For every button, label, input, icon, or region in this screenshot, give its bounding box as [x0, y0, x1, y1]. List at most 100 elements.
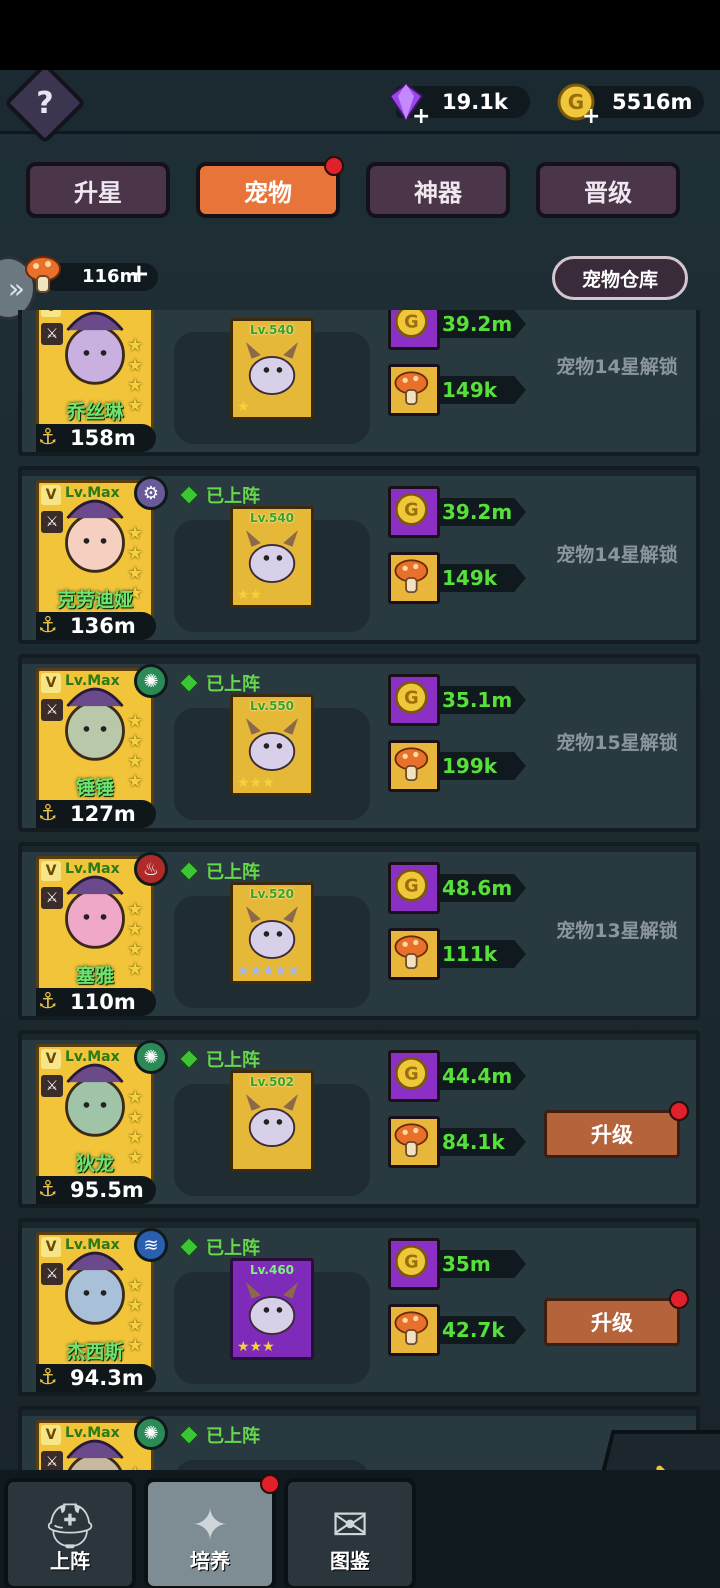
wind-icon: ✺ — [134, 1040, 168, 1074]
gold-cost-value: 35m — [428, 1250, 526, 1278]
gold-cost: 39.2m G — [388, 486, 526, 538]
gold-coin-icon: G — [388, 310, 440, 350]
deployed-status: 已上阵 — [179, 1422, 260, 1448]
level-max-label: Lv.Max — [65, 485, 120, 501]
diamond-icon — [179, 673, 199, 693]
mushroom-cost-value: 149k — [428, 376, 526, 404]
hero-row: V Lv.Max ⚔ ★ ★ ★ ★ 杰西斯 ⚓ 94.3m ≋ 已上阵 Lv.460 ★★★ 35m G 42… — [18, 1218, 700, 1396]
diamond-icon — [179, 1425, 199, 1445]
level-max-label: Lv.Max — [65, 673, 120, 689]
level-max-label: Lv.Max — [65, 1425, 120, 1441]
class-icon: ⚔ — [41, 1075, 63, 1097]
deployed-status: 已上阵 — [179, 1234, 260, 1260]
anchor-icon: ⚓ — [38, 1365, 58, 1390]
mushroom-cost: 111k — [388, 928, 526, 980]
pet-stars: ★★ — [237, 587, 263, 603]
mushroom-cost-value: 111k — [428, 940, 526, 968]
pet-card[interactable]: Lv.550 ★★★ — [230, 694, 314, 796]
vip-badge: V — [41, 485, 61, 505]
add-mushroom-icon: + — [128, 259, 150, 289]
gold-counter[interactable]: G + 5516m — [557, 83, 704, 129]
diamond-icon — [179, 1237, 199, 1257]
pet-card[interactable]: Lv.460 ★★★ — [230, 1258, 314, 1360]
wind-icon: ✺ — [134, 664, 168, 698]
unlock-requirement: 宠物14星解锁 — [556, 544, 678, 566]
hero-name: 乔丝琳 — [66, 401, 124, 423]
hero-power: ⚓ 158m — [36, 424, 156, 452]
gold-coin-icon: G — [388, 1238, 440, 1290]
class-icon: ⚔ — [41, 511, 63, 533]
pet-stars: ★ — [237, 399, 250, 415]
hero-pet-list[interactable]: V⚔★★★★乔丝琳⚓158mLv.540★39.2mG149k宠物14星解锁VL… — [16, 310, 704, 1484]
svg-text:G: G — [404, 689, 419, 709]
tab-artifacts[interactable]: 神器 — [366, 162, 510, 218]
pet-stars: ★★★★★ — [237, 963, 300, 979]
vip-badge: V — [41, 310, 61, 317]
add-gems-icon: + — [412, 104, 431, 129]
diamond-icon — [179, 485, 199, 505]
nav-lineup[interactable]: ⛑ 上阵 — [4, 1478, 136, 1588]
book-icon: ✉ — [331, 1500, 369, 1551]
anchor-icon: ⚓ — [38, 613, 58, 638]
deployed-status: 已上阵 — [179, 858, 260, 884]
class-icon: ⚔ — [41, 699, 63, 721]
hero-row: V Lv.Max ⚔ ★ ★ ★ ★ 克劳迪娅 ⚓ 136m ⚙ 已上阵 Lv.540 ★★ 39.2m G 1… — [18, 466, 700, 644]
gold-coin-icon: G — [388, 1050, 440, 1102]
hero-name: 克劳迪娅 — [56, 589, 133, 611]
gold-cost: 48.6m G — [388, 862, 526, 914]
gem-counter[interactable]: + 19.1k — [388, 82, 530, 129]
tab-star-up[interactable]: 升星 — [26, 162, 170, 218]
gold-cost-value: 44.4m — [428, 1062, 526, 1090]
anchor-icon: ⚓ — [38, 801, 58, 826]
mushroom-cost: 199k — [388, 740, 526, 792]
water-icon: ≋ — [134, 1228, 168, 1262]
gold-cost: 39.2m G — [388, 310, 526, 350]
anchor-icon: ⚓ — [38, 1177, 58, 1202]
bottom-nav: ⛑ 上阵 ✦ 培养 ✉ 图鉴 — [0, 1470, 720, 1588]
gold-cost: 35m G — [388, 1238, 526, 1290]
upgrade-button[interactable]: 升级 — [544, 1289, 689, 1346]
pet-card[interactable]: Lv.540 ★ — [230, 318, 314, 420]
mushroom-icon — [388, 364, 440, 416]
pet-stars: ★★★ — [237, 775, 275, 791]
help-button[interactable]: ? — [3, 70, 87, 145]
class-icon: ⚔ — [41, 323, 63, 345]
notification-dot — [669, 1101, 689, 1121]
nav-train[interactable]: ✦ 培养 — [144, 1474, 280, 1588]
gold-coin-icon: G — [388, 486, 440, 538]
top-bar: ? + 19.1k G + 5516m — [0, 70, 720, 145]
nav-codex[interactable]: ✉ 图鉴 — [284, 1478, 416, 1588]
mushroom-cost-value: 149k — [428, 564, 526, 592]
gem-amount: 19.1k — [442, 90, 508, 114]
tab-promote[interactable]: 晋级 — [536, 162, 680, 218]
pet-card[interactable]: Lv.520 ★★★★★ — [230, 882, 314, 984]
status-bar — [0, 0, 720, 70]
vip-badge: V — [41, 1425, 61, 1445]
pet-stars: ★★★ — [237, 1339, 275, 1355]
hero-power: ⚓ 94.3m — [36, 1364, 156, 1392]
mushroom-icon — [388, 1116, 440, 1168]
unlock-requirement: 宠物13星解锁 — [556, 920, 678, 942]
diamond-icon — [179, 861, 199, 881]
pet-level: Lv.502 — [249, 1075, 295, 1089]
pet-storage-button[interactable]: 宠物仓库 — [552, 256, 688, 300]
hero-name: 锤锤 — [75, 777, 114, 799]
upgrade-button[interactable]: 升级 — [544, 1101, 689, 1158]
vip-badge: V — [41, 1237, 61, 1257]
pet-card[interactable]: Lv.502 — [230, 1070, 314, 1172]
level-max-label: Lv.Max — [65, 1237, 120, 1253]
level-max-label: Lv.Max — [65, 861, 120, 877]
pet-card[interactable]: Lv.540 ★★ — [230, 506, 314, 608]
notification-dot — [669, 1289, 689, 1309]
hero-name: 塞雅 — [75, 965, 114, 987]
mushroom-icon — [388, 928, 440, 980]
diamond-icon — [179, 1049, 199, 1069]
hero-power: ⚓ 95.5m — [36, 1176, 156, 1204]
hero-name: 狄龙 — [75, 1153, 114, 1175]
question-icon: ? — [36, 85, 54, 121]
notification-dot — [324, 156, 344, 176]
mushroom-counter[interactable]: 116m + — [24, 256, 158, 293]
gold-cost-value: 39.2m — [428, 310, 526, 338]
tab-pets[interactable]: 宠物 — [196, 156, 344, 218]
mushroom-icon — [388, 740, 440, 792]
